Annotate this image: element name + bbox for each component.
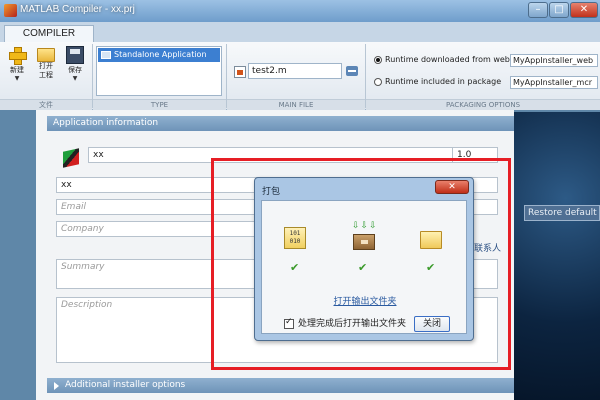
maximize-button[interactable]: □ [549, 2, 569, 18]
application-type-list[interactable]: Standalone Application [96, 46, 222, 96]
application-information-header[interactable]: Application information [47, 116, 514, 131]
type-group-caption: TYPE [93, 99, 226, 110]
company-placeholder: Company [61, 224, 104, 234]
additional-options-label: Additional installer options [65, 380, 186, 390]
window-title: MATLAB Compiler - xx.prj [20, 4, 135, 15]
additional-installer-options-header[interactable]: Additional installer options [47, 378, 514, 393]
save-button[interactable]: 保存 ▼ [62, 44, 88, 96]
matlab-icon [4, 4, 17, 17]
new-project-button[interactable]: 新建 ▼ [4, 44, 30, 96]
remove-main-file-button[interactable] [346, 66, 358, 76]
restore-default-splash-button[interactable]: Restore default splash [524, 205, 600, 221]
email-placeholder: Email [61, 202, 86, 212]
window-title-bar: MATLAB Compiler - xx.prj – □ ✕ [0, 0, 600, 22]
application-icon[interactable] [60, 146, 82, 168]
runtime-package-installer-name[interactable]: MyAppInstaller_mcr [510, 76, 598, 89]
close-window-button[interactable]: ✕ [570, 2, 598, 18]
folder-icon [37, 48, 55, 62]
red-highlight-box [211, 158, 511, 370]
chevron-right-icon [54, 382, 59, 390]
new-label: 新建 [10, 66, 24, 74]
splash-screen-preview [514, 112, 600, 400]
runtime-web-installer-name[interactable]: MyAppInstaller_web [510, 54, 598, 67]
runtime-package-label: Runtime included in package [385, 77, 502, 86]
tab-compiler[interactable]: COMPILER [4, 25, 94, 43]
m-file-icon [234, 66, 246, 78]
description-placeholder: Description [61, 300, 113, 310]
type-item-label: Standalone Application [114, 50, 207, 59]
type-standalone-application[interactable]: Standalone Application [98, 48, 220, 62]
packaging-group-caption: PACKAGING OPTIONS [366, 99, 600, 110]
runtime-web-label: Runtime downloaded from web [385, 55, 510, 64]
save-label: 保存 [68, 66, 82, 74]
open-label-line1: 打开 [39, 62, 53, 70]
plus-icon [8, 46, 27, 65]
summary-placeholder: Summary [61, 262, 105, 272]
main-file-group-caption: MAIN FILE [227, 99, 365, 110]
file-group-caption: 文件 [0, 99, 92, 110]
save-icon [66, 46, 84, 64]
runtime-web-radio[interactable] [374, 56, 382, 64]
minimize-button[interactable]: – [528, 2, 548, 18]
runtime-package-radio[interactable] [374, 78, 382, 86]
open-project-button[interactable]: 打开 工程 [33, 44, 59, 96]
open-label-line2: 工程 [39, 71, 53, 79]
chevron-down-icon: ▼ [72, 75, 78, 82]
application-window-icon [101, 51, 111, 59]
chevron-down-icon: ▼ [14, 75, 20, 82]
main-file-field[interactable]: test2.m [248, 63, 342, 79]
ribbon-tab-strip: COMPILER [0, 22, 600, 43]
